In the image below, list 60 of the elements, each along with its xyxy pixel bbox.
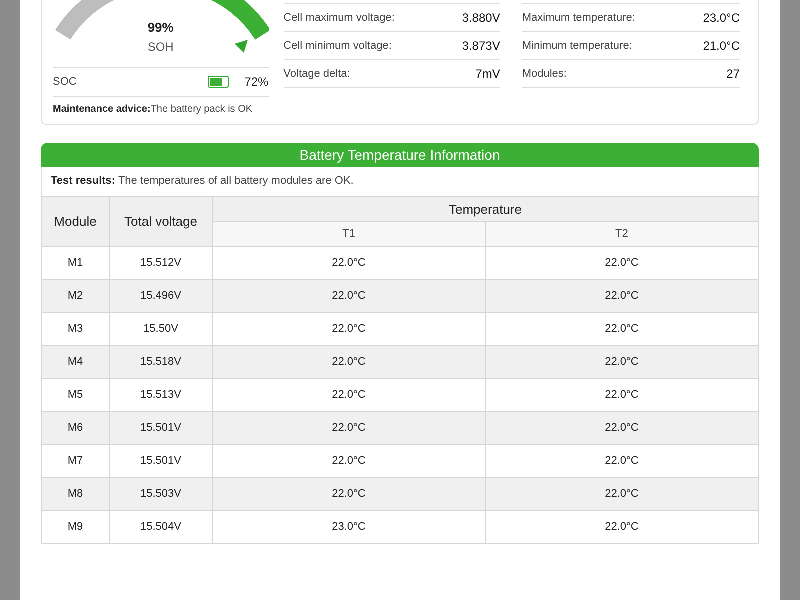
battery-icon: [208, 76, 229, 88]
table-cell: M9: [42, 510, 110, 544]
table-cell: M6: [42, 412, 110, 444]
table-cell: 22.0°C: [485, 412, 758, 444]
table-cell: 22.0°C: [485, 510, 758, 544]
column-header: Temperature: [212, 196, 758, 222]
section-header: Battery Temperature Information: [41, 143, 759, 167]
table-cell: 22.0°C: [485, 246, 758, 280]
table-cell: 15.512V: [110, 246, 212, 280]
soh-value: 99%: [148, 20, 174, 35]
table-cell: 22.0°C: [212, 444, 486, 478]
table-cell: 15.518V: [110, 346, 212, 378]
table-cell: 22.0°C: [212, 412, 486, 444]
stat-label: Maximum temperature:: [522, 12, 636, 24]
stat-value: 3.880V: [462, 10, 500, 24]
table-cell: 15.501V: [110, 412, 212, 444]
stat-value: 27: [726, 66, 740, 80]
table-cell: M4: [42, 346, 110, 378]
stat-value: 21.0°C: [703, 38, 740, 52]
table-cell: M5: [42, 378, 110, 412]
column-header: T1: [212, 222, 486, 246]
table-cell: 22.0°C: [485, 378, 758, 412]
soc-label: SOC: [53, 76, 78, 88]
table-cell: 22.0°C: [485, 312, 758, 346]
stat-label: Cell maximum voltage:: [284, 12, 396, 24]
table-cell: 22.0°C: [212, 478, 486, 510]
table-cell: 15.496V: [110, 280, 212, 312]
table-cell: 22.0°C: [212, 280, 486, 312]
stat-value: 3.873V: [462, 38, 500, 52]
table-cell: 15.50V: [110, 312, 212, 346]
stat-label: Cell minimum voltage:: [284, 40, 393, 52]
stat-value: 23.0°C: [703, 10, 740, 24]
table-cell: 22.0°C: [212, 312, 486, 346]
table-cell: 22.0°C: [485, 280, 758, 312]
table-cell: 15.503V: [110, 478, 212, 510]
soh-label: SOH: [148, 40, 174, 54]
table-cell: 22.0°C: [485, 346, 758, 378]
table-cell: M2: [42, 280, 110, 312]
table-cell: M8: [42, 478, 110, 510]
table-cell: 15.504V: [110, 510, 212, 544]
table-cell: 15.501V: [110, 444, 212, 478]
table-cell: 22.0°C: [485, 478, 758, 510]
soc-value: 72%: [244, 75, 269, 89]
column-header: Module: [42, 196, 110, 246]
table-cell: 22.0°C: [212, 378, 486, 412]
stat-label: Minimum temperature:: [522, 40, 634, 52]
stat-label: Voltage delta:: [284, 68, 352, 80]
table-cell: M3: [42, 312, 110, 346]
column-header: Total voltage: [110, 196, 212, 246]
stat-label: Modules:: [522, 68, 568, 80]
maintenance-advice: Maintenance advice:The battery pack is OK: [53, 103, 254, 115]
table-cell: 23.0°C: [212, 510, 486, 544]
stat-value: 7mV: [476, 66, 500, 80]
table-cell: 22.0°C: [485, 444, 758, 478]
table-cell: M1: [42, 246, 110, 280]
column-header: T2: [485, 222, 758, 246]
table-cell: M7: [42, 444, 110, 478]
table-cell: 22.0°C: [212, 346, 486, 378]
table-cell: 22.0°C: [212, 246, 486, 280]
table-cell: 15.513V: [110, 378, 212, 412]
